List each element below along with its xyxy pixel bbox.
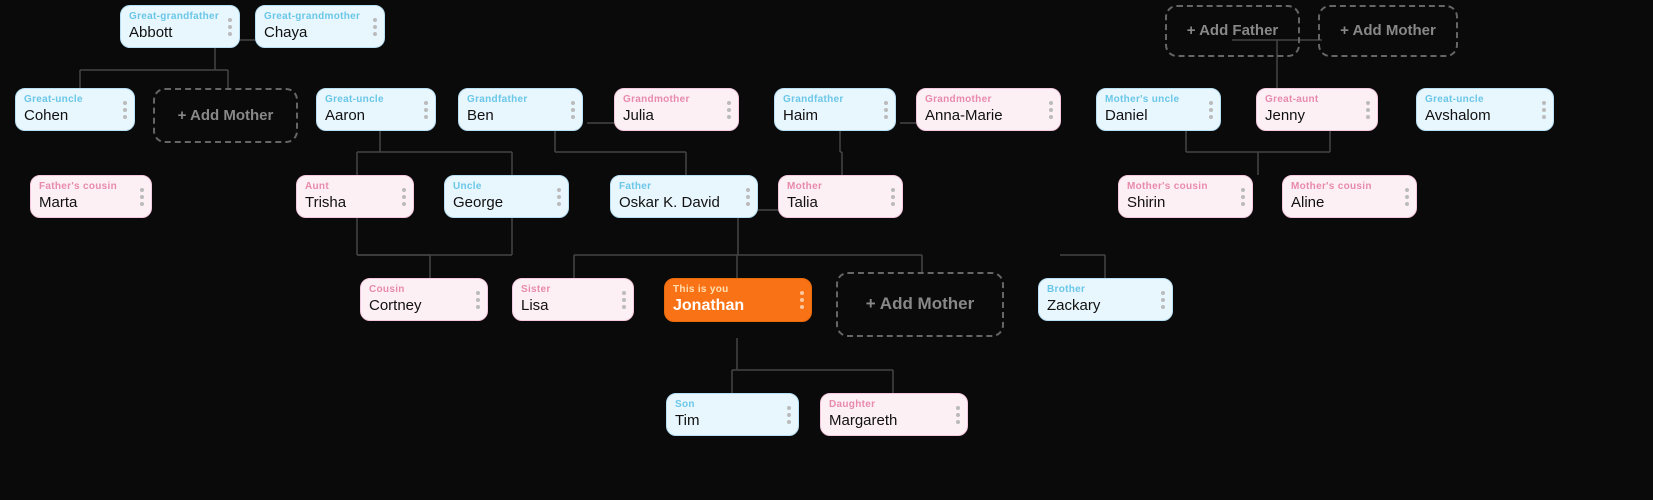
node-dots [1049, 101, 1053, 119]
node-dots [891, 188, 895, 206]
add-mother-top-right-button[interactable]: + Add Mother [1318, 5, 1458, 57]
node-dots [727, 101, 731, 119]
node-great-uncle-avshalom[interactable]: Great-uncle Avshalom [1416, 88, 1554, 131]
node-dots [571, 101, 575, 119]
node-dots [228, 18, 232, 36]
node-dots [622, 291, 626, 309]
node-dots [1161, 291, 1165, 309]
node-dots [557, 188, 561, 206]
node-great-grandmother-chaya[interactable]: Great-grandmother Chaya [255, 5, 385, 48]
node-jonathan-self[interactable]: This is you Jonathan [664, 278, 812, 322]
node-son-tim[interactable]: Son Tim [666, 393, 799, 436]
family-tree: Great-grandfather Abbott Great-grandmoth… [0, 0, 1653, 500]
node-grandfather-haim[interactable]: Grandfather Haim [774, 88, 896, 131]
add-father-top-right-button[interactable]: + Add Father [1165, 5, 1300, 57]
node-dots [1209, 101, 1213, 119]
node-dots [800, 291, 804, 309]
node-father-oskar[interactable]: Father Oskar K. David [610, 175, 758, 218]
node-brother-zackary[interactable]: Brother Zackary [1038, 278, 1173, 321]
node-dots [402, 188, 406, 206]
node-mothers-cousin-aline[interactable]: Mother's cousin Aline [1282, 175, 1417, 218]
node-dots [476, 291, 480, 309]
node-great-aunt-jenny[interactable]: Great-aunt Jenny [1256, 88, 1378, 131]
node-cousin-cortney[interactable]: Cousin Cortney [360, 278, 488, 321]
node-dots [956, 406, 960, 424]
node-dots [1366, 101, 1370, 119]
node-mother-talia[interactable]: Mother Talia [778, 175, 903, 218]
node-grandfather-ben[interactable]: Grandfather Ben [458, 88, 583, 131]
node-mothers-uncle-daniel[interactable]: Mother's uncle Daniel [1096, 88, 1221, 131]
node-mothers-cousin-shirin[interactable]: Mother's cousin Shirin [1118, 175, 1253, 218]
node-sister-lisa[interactable]: Sister Lisa [512, 278, 634, 321]
node-great-uncle-cohen[interactable]: Great-uncle Cohen [15, 88, 135, 131]
node-dots [884, 101, 888, 119]
node-dots [373, 18, 377, 36]
add-mother-top-left-button[interactable]: + Add Mother [153, 88, 298, 143]
node-great-grandfather-abbott[interactable]: Great-grandfather Abbott [120, 5, 240, 48]
node-grandmother-julia[interactable]: Grandmother Julia [614, 88, 739, 131]
node-great-uncle-aaron[interactable]: Great-uncle Aaron [316, 88, 436, 131]
add-mother-mid-button[interactable]: + Add Mother [836, 272, 1004, 337]
node-dots [787, 406, 791, 424]
node-dots [140, 188, 144, 206]
node-dots [424, 101, 428, 119]
node-daughter-margareth[interactable]: Daughter Margareth [820, 393, 968, 436]
node-dots [1241, 188, 1245, 206]
node-grandmother-anna[interactable]: Grandmother Anna-Marie [916, 88, 1061, 131]
node-fathers-cousin-marta[interactable]: Father's cousin Marta [30, 175, 152, 218]
node-aunt-trisha[interactable]: Aunt Trisha [296, 175, 414, 218]
node-uncle-george[interactable]: Uncle George [444, 175, 569, 218]
node-dots [1405, 188, 1409, 206]
node-dots [1542, 101, 1546, 119]
node-dots [123, 101, 127, 119]
node-dots [746, 188, 750, 206]
